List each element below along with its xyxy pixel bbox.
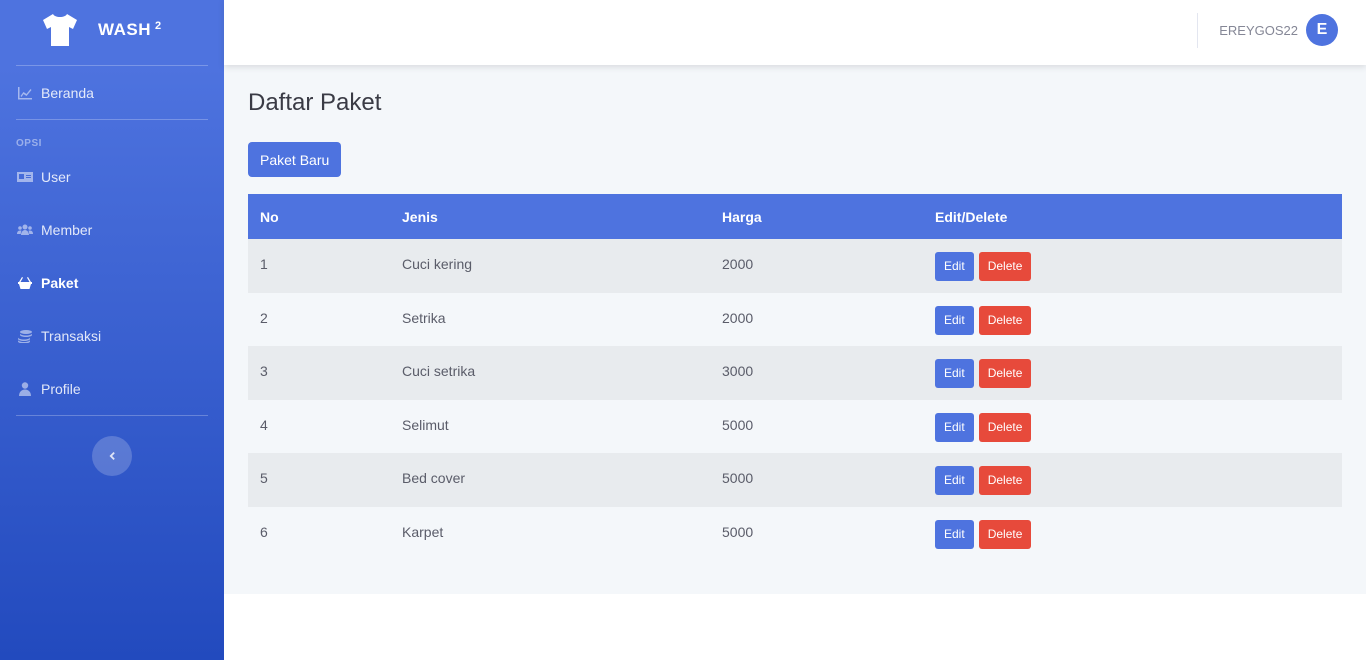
sidebar-item-beranda[interactable]: Beranda (0, 66, 224, 119)
sidebar-item-label: Profile (41, 380, 81, 397)
tshirt-icon (43, 14, 77, 46)
cell-no: 2 (260, 309, 268, 326)
cell-no: 1 (260, 256, 268, 272)
cell-harga: 5000 (722, 416, 754, 433)
table-row: 2 Setrika 2000 Edit Delete (248, 292, 1342, 347)
user-icon (16, 381, 34, 396)
sidebar-item-label: Paket (41, 274, 79, 291)
cell-actions: Edit Delete (923, 507, 1342, 561)
cell-harga: 5000 (722, 470, 754, 486)
delete-button[interactable]: Delete (978, 519, 1032, 549)
sidebar-toggle-button[interactable] (92, 436, 132, 476)
table-header-row: No Jenis Harga Edit/Delete (248, 194, 1342, 239)
column-header: Jenis (402, 208, 438, 225)
delete-button[interactable]: Delete (978, 412, 1032, 442)
sidebar-heading: OPSI (16, 138, 42, 149)
sidebar-item-member[interactable]: Member (0, 203, 224, 256)
table-row: 1 Cuci kering 2000 Edit Delete (248, 239, 1342, 293)
sidebar-item-label: User (41, 168, 71, 185)
sidebar-item-transaksi[interactable]: Transaksi (0, 309, 224, 362)
coins-icon (16, 329, 34, 343)
cell-harga: 2000 (722, 309, 754, 326)
cell-actions: Edit Delete (923, 453, 1342, 507)
cell-jenis: Karpet (402, 523, 444, 540)
sidebar-item-user[interactable]: User (0, 150, 224, 203)
table-body: 1 Cuci kering 2000 Edit Delete 2 Setrika 2000 Ed… (248, 239, 1342, 560)
cell-actions: Edit Delete (923, 239, 1342, 293)
edit-button[interactable]: Edit (935, 466, 974, 495)
sidebar-divider (16, 415, 208, 416)
delete-button[interactable]: Delete (978, 305, 1032, 335)
edit-button[interactable]: Edit (935, 252, 974, 281)
table-row: 4 Selimut 5000 Edit Delete (248, 399, 1342, 454)
brand[interactable]: WASH 2 (0, 0, 224, 60)
cell-harga: 2000 (722, 256, 754, 272)
add-paket-button[interactable]: Paket Baru (248, 142, 342, 177)
main-content: Daftar Paket Paket Baru No Jenis Harga E… (224, 65, 1366, 594)
users-icon (16, 223, 34, 237)
delete-button[interactable]: Delete (978, 466, 1032, 495)
edit-button[interactable]: Edit (935, 305, 974, 335)
cell-actions: Edit Delete (923, 346, 1342, 400)
paket-table: No Jenis Harga Edit/Delete 1 Cuci kering 2… (248, 194, 1342, 560)
sidebar-item-paket[interactable]: Paket (0, 256, 224, 309)
cell-no: 3 (260, 363, 268, 379)
cell-harga: 3000 (722, 363, 754, 379)
chevron-left-icon (109, 452, 115, 460)
delete-button[interactable]: Delete (978, 252, 1032, 281)
topbar-divider (1197, 13, 1198, 48)
cell-no: 4 (260, 416, 268, 433)
id-card-icon (16, 170, 34, 184)
column-header: Harga (722, 208, 762, 225)
column-header: Edit/Delete (935, 208, 1008, 225)
cell-jenis: Cuci kering (402, 256, 473, 272)
table-row: 6 Karpet 5000 Edit Delete (248, 506, 1342, 561)
sidebar-item-label: Transaksi (41, 327, 102, 344)
cell-no: 6 (260, 523, 268, 540)
cell-jenis: Bed cover (402, 470, 466, 486)
sidebar-item-label: Beranda (41, 84, 94, 101)
cell-harga: 5000 (722, 523, 754, 540)
sidebar-item-profile[interactable]: Profile (0, 362, 224, 415)
user-name[interactable]: EREYGOS22 (1219, 23, 1298, 38)
basket-icon (16, 276, 34, 290)
topbar: EREYGOS22 E (224, 0, 1366, 65)
chart-line-icon (16, 86, 34, 100)
sidebar: WASH 2 Beranda OPSI User Member Paket Tra… (0, 0, 224, 660)
delete-button[interactable]: Delete (978, 359, 1032, 388)
cell-jenis: Cuci setrika (402, 363, 476, 379)
brand-name: WASH 2 (98, 20, 162, 39)
edit-button[interactable]: Edit (935, 412, 974, 442)
column-header: No (260, 208, 279, 225)
page-title: Daftar Paket (248, 89, 382, 116)
cell-jenis: Selimut (402, 416, 449, 433)
table-row: 3 Cuci setrika 3000 Edit Delete (248, 346, 1342, 400)
cell-jenis: Setrika (402, 309, 446, 326)
cell-actions: Edit Delete (923, 400, 1342, 454)
cell-actions: Edit Delete (923, 293, 1342, 347)
sidebar-item-label: Member (41, 221, 93, 238)
cell-no: 5 (260, 470, 268, 486)
edit-button[interactable]: Edit (935, 519, 974, 549)
edit-button[interactable]: Edit (935, 359, 974, 388)
avatar[interactable]: E (1306, 14, 1338, 46)
table-row: 5 Bed cover 5000 Edit Delete (248, 453, 1342, 507)
